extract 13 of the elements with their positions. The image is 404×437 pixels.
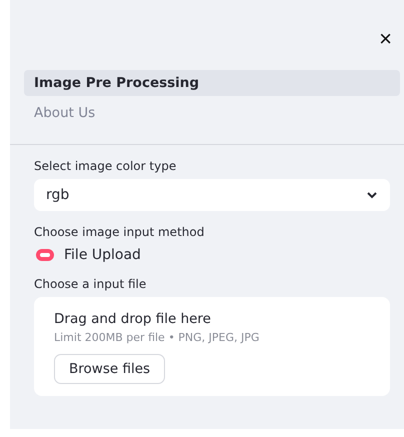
field-label: Choose a input file — [34, 277, 148, 291]
radio-button[interactable] — [36, 249, 54, 261]
field-label: Select image color type — [34, 159, 178, 173]
chevron-down-icon — [366, 191, 378, 199]
color-type-select[interactable]: rgb — [34, 179, 390, 211]
nav-item[interactable]: Image Pre Processing — [24, 70, 400, 96]
browse-files-button[interactable]: Browse files — [54, 354, 166, 384]
field-label: Choose image input method — [34, 225, 206, 239]
close-button[interactable]: × — [375, 8, 396, 70]
upload-hint: Limit 200MB per file • PNG, JPEG, JPG — [54, 331, 260, 344]
dropzone-title: Drag and drop file here — [54, 311, 211, 327]
radio-label[interactable]: File Upload — [64, 247, 141, 263]
file-dropzone[interactable]: Drag and drop file here Limit 200MB per file • PNG, JPEG, JPG Browse files — [34, 297, 390, 396]
